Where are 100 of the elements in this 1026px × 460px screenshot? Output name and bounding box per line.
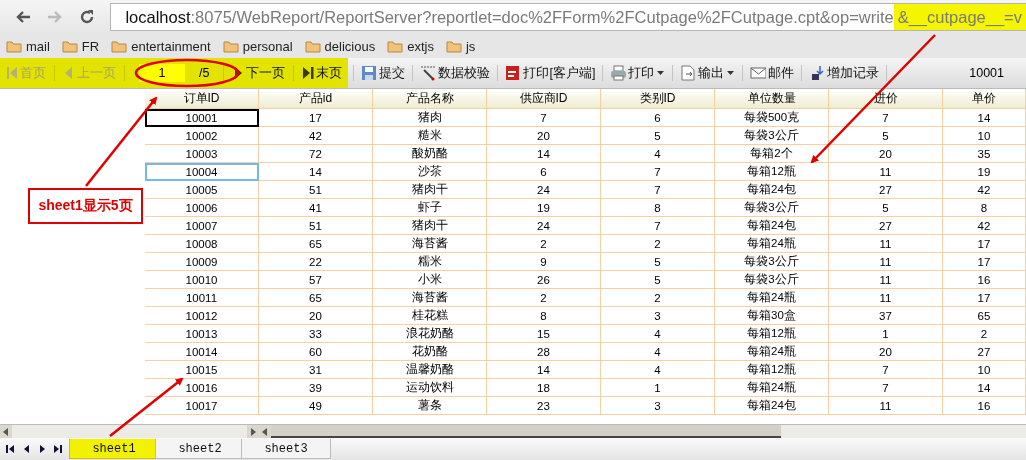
scroll-left-icon[interactable] — [3, 427, 9, 436]
table-cell[interactable]: 10005 — [145, 180, 259, 199]
previous-sheet-icon[interactable] — [23, 444, 31, 454]
table-cell[interactable]: 2 — [486, 234, 601, 253]
table-cell[interactable]: 每箱24瓶 — [714, 234, 829, 253]
scrollbar[interactable] — [0, 424, 259, 438]
table-cell[interactable]: 10011 — [145, 288, 259, 307]
table-cell[interactable]: 22 — [258, 252, 373, 271]
next-sheet-icon[interactable] — [38, 444, 46, 454]
table-cell[interactable]: 海苔酱 — [372, 234, 487, 253]
table-cell[interactable]: 1 — [600, 378, 715, 397]
table-cell[interactable]: 7 — [486, 108, 601, 127]
toolbar-button[interactable]: 邮件 — [748, 62, 797, 84]
table-cell[interactable]: 花奶酪 — [372, 342, 487, 361]
scroll-right-icon[interactable] — [250, 427, 256, 436]
table-cell[interactable]: 薯条 — [372, 396, 487, 415]
bookmark[interactable]: FR — [61, 38, 100, 54]
table-cell[interactable]: 10009 — [145, 252, 259, 271]
toolbar-button[interactable]: 数据校验 — [418, 62, 493, 84]
scrollbar[interactable] — [259, 424, 1026, 438]
table-cell[interactable]: 10008 — [145, 234, 259, 253]
table-cell[interactable]: 2 — [942, 324, 1026, 343]
table-cell[interactable]: 10012 — [145, 306, 259, 325]
table-cell[interactable]: 每箱24瓶 — [714, 378, 829, 397]
table-cell[interactable]: 2 — [600, 234, 715, 253]
table-cell[interactable]: 17 — [942, 252, 1026, 271]
table-cell[interactable]: 20 — [828, 342, 943, 361]
table-cell[interactable]: 11 — [828, 270, 943, 289]
table-cell[interactable]: 65 — [258, 234, 373, 253]
table-cell[interactable]: 42 — [942, 180, 1026, 199]
table-cell[interactable]: 28 — [486, 342, 601, 361]
table-cell[interactable]: 17 — [942, 288, 1026, 307]
table-cell[interactable]: 每袋3公斤 — [714, 126, 829, 145]
back-icon[interactable] — [14, 9, 32, 25]
table-cell[interactable]: 11 — [828, 252, 943, 271]
table-cell[interactable]: 23 — [486, 396, 601, 415]
table-cell[interactable]: 14 — [486, 360, 601, 379]
table-cell[interactable]: 15 — [486, 324, 601, 343]
table-cell[interactable]: 39 — [258, 378, 373, 397]
table-cell[interactable]: 18 — [486, 378, 601, 397]
bookmark[interactable]: delicious — [304, 38, 376, 54]
table-cell[interactable]: 10001 — [145, 108, 259, 127]
table-cell[interactable]: 27 — [828, 180, 943, 199]
table-cell[interactable]: 10002 — [145, 126, 259, 145]
table-cell[interactable]: 19 — [942, 162, 1026, 181]
table-cell[interactable]: 每箱12瓶 — [714, 360, 829, 379]
table-cell[interactable]: 8 — [486, 306, 601, 325]
table-cell[interactable]: 24 — [486, 180, 601, 199]
table-cell[interactable]: 7 — [828, 378, 943, 397]
table-cell[interactable]: 37 — [828, 306, 943, 325]
table-cell[interactable]: 42 — [942, 216, 1026, 235]
table-cell[interactable]: 5 — [828, 198, 943, 217]
table-cell[interactable]: 5 — [600, 252, 715, 271]
table-cell[interactable]: 10003 — [145, 144, 259, 163]
last-page-button[interactable]: 末页 — [300, 62, 345, 84]
table-cell[interactable]: 10016 — [145, 378, 259, 397]
table-cell[interactable]: 4 — [600, 342, 715, 361]
table-cell[interactable]: 10007 — [145, 216, 259, 235]
table-cell[interactable]: 5 — [600, 126, 715, 145]
table-cell[interactable]: 每箱24瓶 — [714, 342, 829, 361]
table-cell[interactable]: 14 — [258, 162, 373, 181]
table-cell[interactable]: 2 — [486, 288, 601, 307]
table-cell[interactable]: 31 — [258, 360, 373, 379]
table-cell[interactable]: 26 — [486, 270, 601, 289]
reload-icon[interactable] — [78, 8, 96, 26]
table-cell[interactable]: 每袋3公斤 — [714, 252, 829, 271]
table-cell[interactable]: 10017 — [145, 396, 259, 415]
table-cell[interactable]: 11 — [828, 288, 943, 307]
table-cell[interactable]: 每箱2个 — [714, 144, 829, 163]
table-cell[interactable]: 6 — [486, 162, 601, 181]
table-cell[interactable]: 海苔酱 — [372, 288, 487, 307]
table-cell[interactable]: 65 — [942, 306, 1026, 325]
toolbar-button[interactable]: 打印[客户端] — [503, 62, 598, 84]
table-cell[interactable]: 19 — [486, 198, 601, 217]
scroll-left-icon[interactable] — [262, 427, 268, 436]
table-cell[interactable]: 7 — [828, 360, 943, 379]
page-number-field[interactable]: 1 — [139, 64, 185, 82]
toolbar-button[interactable]: 打印 — [608, 62, 668, 84]
toolbar-button[interactable]: 增加记录 — [807, 62, 882, 84]
table-cell[interactable]: 8 — [600, 198, 715, 217]
table-cell[interactable]: 桂花糕 — [372, 306, 487, 325]
table-cell[interactable]: 65 — [258, 288, 373, 307]
table-cell[interactable]: 11 — [828, 162, 943, 181]
table-cell[interactable]: 6 — [600, 108, 715, 127]
table-cell[interactable]: 27 — [942, 342, 1026, 361]
table-cell[interactable]: 14 — [942, 108, 1026, 127]
toolbar-button[interactable]: 输出 — [678, 62, 738, 84]
table-cell[interactable]: 小米 — [372, 270, 487, 289]
table-cell[interactable]: 7 — [600, 216, 715, 235]
table-cell[interactable]: 糯米 — [372, 252, 487, 271]
table-cell[interactable]: 17 — [258, 108, 373, 127]
table-cell[interactable]: 运动饮料 — [372, 378, 487, 397]
bookmark[interactable]: extjs — [387, 38, 434, 54]
table-cell[interactable]: 9 — [486, 252, 601, 271]
table-cell[interactable]: 5 — [828, 126, 943, 145]
table-cell[interactable]: 10 — [942, 360, 1026, 379]
table-cell[interactable]: 16 — [942, 270, 1026, 289]
table-cell[interactable]: 10004 — [145, 162, 259, 181]
table-cell[interactable]: 20 — [828, 144, 943, 163]
table-cell[interactable]: 7 — [828, 108, 943, 127]
